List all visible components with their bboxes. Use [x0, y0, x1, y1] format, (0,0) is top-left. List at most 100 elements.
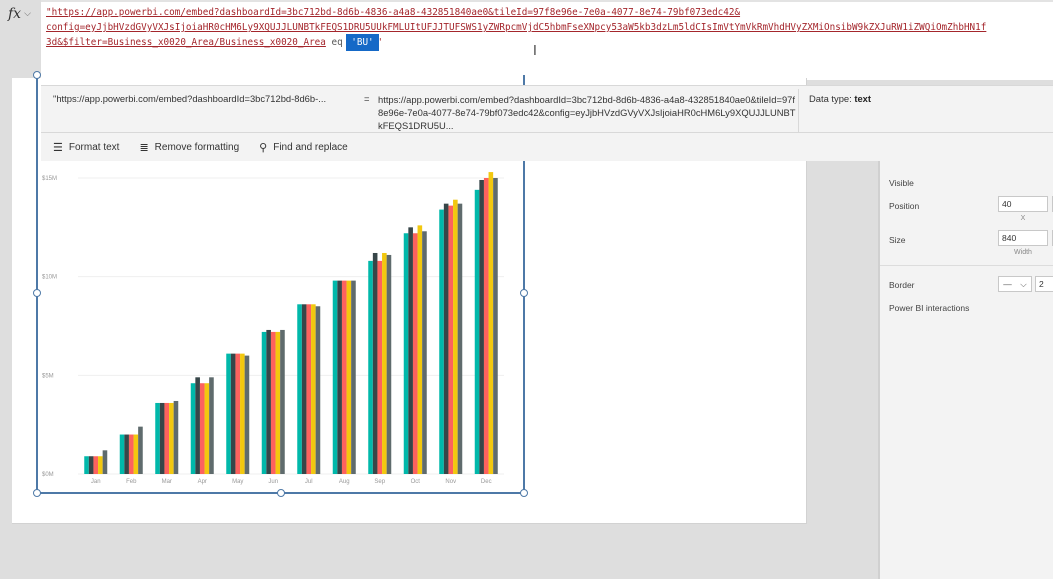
bar-jun-3[interactable]: [270, 331, 276, 474]
y-axis-labels: $0M $5M $10M $15M: [42, 176, 57, 478]
position-x-input[interactable]: 40: [998, 196, 1048, 212]
bar-jun-1[interactable]: [261, 331, 267, 474]
bar-may-5[interactable]: [244, 355, 250, 474]
bar-jun-2[interactable]: [266, 329, 271, 474]
y-tick-label: $0M: [42, 472, 54, 478]
find-replace-button[interactable]: ⚲ Find and replace: [259, 141, 348, 154]
bar-feb-4[interactable]: [133, 434, 139, 474]
bar-jul-1[interactable]: [297, 304, 302, 474]
size-width-input[interactable]: 840: [998, 230, 1048, 246]
bar-may-3[interactable]: [235, 353, 241, 474]
size-width-caption: Width: [1014, 249, 1032, 256]
bar-mar-2[interactable]: [159, 402, 165, 474]
bar-sep-3[interactable]: [377, 260, 383, 474]
format-text-button[interactable]: ☰ Format text: [53, 141, 119, 154]
bar-nov-2[interactable]: [443, 203, 449, 475]
bar-nov-3[interactable]: [448, 205, 454, 475]
bar-feb-3[interactable]: [128, 434, 134, 474]
bar-apr-5[interactable]: [209, 377, 214, 474]
remove-formatting-button[interactable]: ≣ Remove formatting: [139, 141, 239, 154]
bar-jul-3[interactable]: [306, 304, 312, 474]
data-type-label: Data type:: [809, 93, 852, 104]
bar-may-1[interactable]: [226, 353, 231, 474]
bar-aug-2[interactable]: [337, 280, 342, 474]
position-label: Position: [889, 201, 920, 211]
bar-sep-4[interactable]: [382, 252, 387, 474]
bar-oct-5[interactable]: [422, 231, 427, 474]
bar-jan-4[interactable]: [98, 456, 103, 474]
formula-closing-quote: ": [376, 37, 383, 48]
bar-feb-5[interactable]: [138, 426, 143, 474]
bar-jul-5[interactable]: [315, 306, 321, 474]
bar-aug-1[interactable]: [332, 280, 338, 474]
bar-oct-2[interactable]: [408, 227, 413, 474]
formula-line-2: config=eyJjbHVzdGVyVXJsIjoiaHR0cHM6Ly9XQ…: [46, 22, 987, 33]
bar-dec-1[interactable]: [474, 189, 480, 474]
bar-mar-5[interactable]: [173, 400, 179, 474]
bar-apr-1[interactable]: [190, 383, 196, 474]
border-width-input[interactable]: 2: [1035, 276, 1053, 292]
fx-button[interactable]: fx ⌵: [0, 0, 41, 80]
bar-dec-5[interactable]: [493, 178, 498, 474]
bar-aug-4[interactable]: [346, 280, 352, 474]
bar-dec-2[interactable]: [479, 179, 484, 474]
text-cursor-icon: I: [533, 44, 537, 59]
bar-mar-3[interactable]: [164, 402, 170, 474]
formula-input[interactable]: "https://app.powerbi.com/embed?dashboard…: [41, 0, 1053, 80]
search-icon: ⚲: [259, 141, 268, 154]
bar-apr-2[interactable]: [195, 377, 200, 474]
bar-mar-1[interactable]: [155, 402, 160, 474]
bar-feb-2[interactable]: [124, 434, 129, 474]
border-style-value: —: [1003, 279, 1012, 289]
bar-jun-5[interactable]: [280, 329, 285, 474]
border-label: Border: [889, 280, 915, 290]
bar-jan-2[interactable]: [88, 456, 94, 474]
bar-dec-3[interactable]: [483, 178, 489, 474]
bar-jan-3[interactable]: [93, 456, 99, 474]
bar-feb-1[interactable]: [119, 434, 125, 474]
formula-operator: eq: [325, 37, 349, 48]
x-tick-label: Sep: [374, 479, 385, 485]
bar-may-4[interactable]: [240, 353, 245, 474]
resize-handle-bottom-right[interactable]: [520, 489, 528, 497]
bar-may-2[interactable]: [230, 353, 236, 474]
bar-oct-1[interactable]: [403, 233, 409, 474]
bar-oct-3[interactable]: [412, 233, 418, 474]
bar-sep-2[interactable]: [372, 252, 378, 474]
x-tick-label: Nov: [445, 479, 456, 485]
bar-jan-1[interactable]: [84, 456, 89, 474]
border-style-dropdown[interactable]: — ⌵: [998, 276, 1032, 292]
resize-handle-bottom[interactable]: [277, 489, 285, 497]
remove-formatting-label: Remove formatting: [154, 141, 240, 153]
remove-formatting-icon: ≣: [139, 141, 149, 154]
formula-bar: fx ⌵ "https://app.powerbi.com/embed?dash…: [0, 0, 1053, 80]
bar-sep-1[interactable]: [368, 260, 373, 474]
formula-result-popup: "https://app.powerbi.com/embed?dashboard…: [41, 85, 1053, 161]
properties-panel: Visible Position 40 X Size 840 Width Bor…: [878, 150, 1053, 579]
bar-nov-5[interactable]: [457, 203, 463, 475]
resize-handle-top-left[interactable]: [33, 71, 41, 79]
bar-nov-4[interactable]: [453, 199, 458, 474]
x-tick-label: Jul: [305, 479, 313, 485]
size-label: Size: [889, 235, 906, 245]
x-tick-label: Jan: [91, 479, 101, 485]
bar-jul-4[interactable]: [311, 304, 316, 474]
bar-aug-3[interactable]: [341, 280, 347, 474]
bar-jun-4[interactable]: [275, 331, 281, 474]
bar-aug-5[interactable]: [351, 280, 356, 474]
bar-nov-1[interactable]: [439, 209, 444, 474]
resize-handle-bottom-left[interactable]: [33, 489, 41, 497]
bar-sep-5[interactable]: [386, 254, 392, 474]
formula-selection[interactable]: 'BU': [346, 34, 379, 51]
bar-chart: $0M $5M $10M $15M Jan Feb Mar Apr May Jun Jul Aug S…: [42, 172, 504, 485]
bar-jan-5[interactable]: [102, 450, 108, 474]
bar-mar-4[interactable]: [169, 402, 174, 474]
x-tick-label: Feb: [126, 479, 137, 485]
fx-icon: fx: [8, 6, 22, 22]
bar-apr-3[interactable]: [199, 383, 205, 474]
bar-apr-4[interactable]: [204, 383, 210, 474]
bar-oct-4[interactable]: [417, 225, 423, 474]
bar-jul-2[interactable]: [301, 304, 307, 474]
bar-dec-4[interactable]: [488, 172, 494, 474]
resize-handle-right[interactable]: [520, 289, 528, 297]
